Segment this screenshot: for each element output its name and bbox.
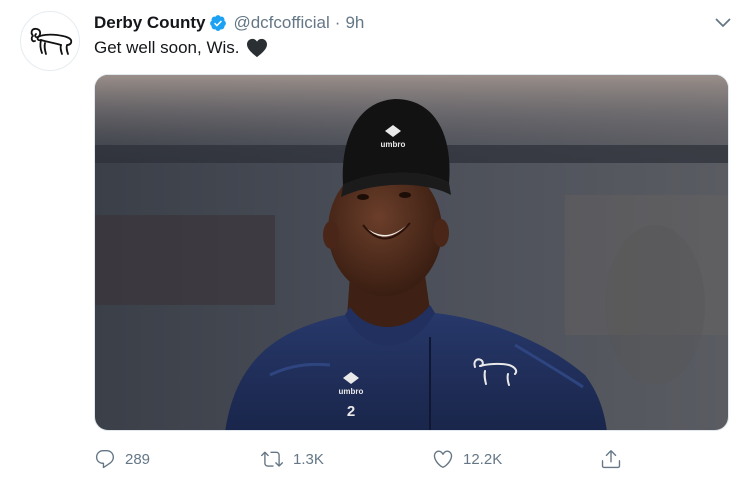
beanie-brand-text: umbro bbox=[381, 140, 406, 149]
tweet-header: Derby County @dcfcofficial · 9h bbox=[94, 11, 364, 35]
timestamp[interactable]: 9h bbox=[345, 13, 364, 33]
reply-count: 289 bbox=[125, 450, 151, 468]
reply-icon bbox=[95, 450, 115, 469]
heart-icon bbox=[433, 450, 453, 468]
tweet-media-photo[interactable]: umbro umbro 2 bbox=[94, 74, 729, 431]
like-button[interactable]: 12.2K bbox=[432, 444, 502, 474]
separator-dot: · bbox=[334, 13, 341, 32]
user-handle[interactable]: @dcfcofficial bbox=[233, 13, 329, 33]
more-options-button[interactable] bbox=[712, 14, 734, 32]
retweet-icon bbox=[261, 451, 283, 467]
tweet-card[interactable]: Derby County @dcfcofficial · 9h Get well… bbox=[0, 0, 752, 484]
player-photo: umbro umbro 2 bbox=[95, 75, 728, 430]
tweet-text: Get well soon, Wis. bbox=[94, 38, 268, 58]
avatar[interactable] bbox=[20, 11, 80, 71]
display-name[interactable]: Derby County bbox=[94, 13, 205, 33]
chevron-down-icon bbox=[715, 18, 731, 27]
derby-ram-logo bbox=[30, 27, 73, 55]
verified-badge-icon bbox=[209, 14, 227, 32]
reply-button[interactable]: 289 bbox=[94, 444, 150, 474]
retweet-count: 1.3K bbox=[293, 450, 324, 468]
retweet-button[interactable]: 1.3K bbox=[260, 444, 324, 474]
like-count: 12.2K bbox=[463, 450, 503, 468]
share-icon bbox=[601, 450, 621, 469]
tweet-body: Get well soon, Wis. bbox=[94, 38, 240, 57]
share-button[interactable] bbox=[600, 444, 622, 474]
action-bar: 289 1.3K 12.2K bbox=[94, 444, 634, 474]
shirt-number-text: 2 bbox=[347, 403, 355, 420]
shirt-brand-text: umbro bbox=[339, 387, 364, 396]
black-heart-icon bbox=[246, 38, 268, 58]
